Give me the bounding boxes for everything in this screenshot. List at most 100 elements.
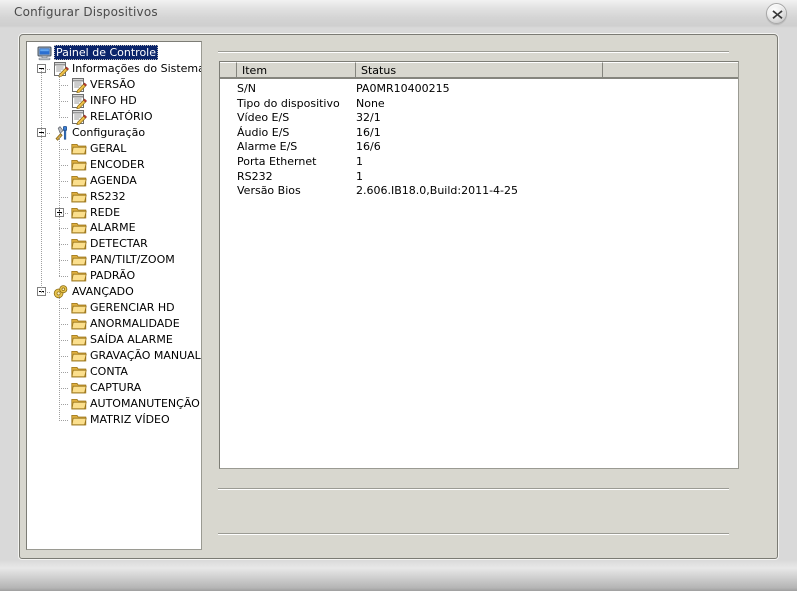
close-button[interactable] — [766, 3, 787, 24]
folder-icon — [71, 396, 87, 412]
tree-guide-line — [41, 292, 51, 294]
tree-guide-line — [59, 196, 69, 198]
tree-item-label: VERSÃO — [90, 77, 136, 91]
grid-cell-item: S/N — [237, 82, 256, 95]
tree-guide-line — [59, 387, 69, 389]
bottom-separator-1 — [218, 488, 729, 490]
grid-column-header-status[interactable]: Status — [356, 62, 603, 78]
grid-cell-status: 2.606.IB18.0,Build:2011-4-25 — [356, 184, 519, 198]
tree-guide-line — [59, 164, 69, 166]
grid-row[interactable]: Versão Bios 2.606.IB18.0,Build:2011-4-25 — [220, 184, 738, 198]
folder-icon — [71, 239, 87, 250]
tree-item-label: RS232 — [90, 189, 126, 203]
folder-icon — [71, 367, 87, 378]
folder-icon — [71, 303, 87, 314]
tree-guide-line — [59, 100, 69, 102]
folder-icon — [71, 412, 87, 428]
folder-icon — [71, 335, 87, 346]
tree-guide-line — [59, 212, 69, 214]
tree-item-label: DETECTAR — [90, 237, 148, 251]
folder-icon — [71, 319, 87, 330]
tree-guide-line — [59, 244, 69, 246]
grid-cell-item: Alarme E/S — [237, 140, 298, 154]
system-info-grid[interactable]: Item Status S/N PA0MR10400215 Tipo do dispo… — [219, 61, 739, 469]
tree-guide-line — [59, 136, 60, 277]
folder-icon — [71, 236, 87, 252]
folder-icon — [71, 300, 87, 316]
folder-icon — [71, 141, 87, 157]
tree-item-label: ANORMALIDADE — [90, 317, 180, 331]
content-area: Item Status S/N PA0MR10400215 Tipo do dispo… — [210, 41, 771, 550]
grid-column-header-item[interactable]: Item — [237, 62, 356, 78]
grid-column-header-3[interactable] — [603, 62, 738, 78]
folder-icon — [71, 380, 87, 396]
folder-icon — [71, 332, 87, 348]
tree-guide-line — [59, 308, 69, 310]
notepad-pencil-icon — [72, 109, 87, 125]
tree-item-label: PADRÃO — [90, 269, 136, 283]
grid-row[interactable]: Alarme E/S 16/6 — [220, 140, 738, 154]
notepad-pencil-icon — [71, 77, 87, 93]
grid-row[interactable]: S/N PA0MR10400215 — [220, 82, 738, 96]
tree-guide-line — [59, 296, 60, 420]
folder-icon — [71, 220, 87, 236]
grid-cell-status: 32/1 — [356, 111, 381, 125]
tree-item-label: MATRIZ VÍDEO — [90, 412, 170, 426]
tree-item-label: PAN/TILT/ZOOM — [90, 253, 175, 267]
tree-guide-line — [59, 260, 69, 262]
tree-guide-line — [59, 148, 69, 150]
grid-row[interactable]: RS232 1 — [220, 170, 738, 184]
folder-icon — [71, 398, 87, 410]
tree-guide-line — [59, 419, 69, 421]
gears-icon — [53, 285, 68, 299]
grid-cell-status: 16/6 — [356, 140, 381, 154]
navigation-tree-panel[interactable]: Painel de Controle Informações do Sistema… — [26, 41, 202, 550]
tree-guide-line — [59, 403, 69, 405]
notepad-pencil-icon — [71, 109, 87, 125]
notepad-pencil-icon — [72, 93, 87, 109]
tree-item-label: Configuração — [72, 125, 146, 139]
folder-icon — [71, 189, 87, 205]
grid-header-row: Item Status — [220, 62, 738, 79]
grid-row[interactable]: Porta Ethernet 1 — [220, 155, 738, 169]
tree-item-label: Informações do Sistema — [72, 61, 202, 75]
grid-cell-status: None — [356, 96, 385, 110]
folder-icon — [71, 175, 87, 186]
close-icon — [772, 10, 783, 19]
gears-icon — [53, 284, 69, 300]
folder-icon — [71, 351, 87, 362]
folder-icon — [71, 223, 87, 234]
folder-icon — [71, 414, 87, 426]
tree-item-label: ENCODER — [90, 157, 145, 171]
tree-guide-line — [59, 340, 69, 342]
tree-item-label: ALARME — [90, 221, 136, 235]
grid-cell-status: 1 — [356, 169, 363, 183]
tree-guide-line — [41, 132, 51, 134]
tree-guide-line — [59, 228, 69, 230]
bottom-separator-2 — [218, 533, 729, 535]
tree-item-label: AGENDA — [90, 173, 137, 187]
grid-row[interactable]: Tipo do dispositivo None — [220, 97, 738, 111]
window-titlebar: Configurar Dispositivos — [0, 0, 797, 27]
notepad-pencil-icon — [71, 93, 87, 109]
grid-cell-item: Áudio E/S — [237, 125, 290, 139]
folder-icon — [71, 252, 87, 268]
monitor-icon — [37, 46, 52, 61]
folder-icon — [71, 271, 87, 282]
folder-icon — [71, 173, 87, 189]
grid-row[interactable]: Vídeo E/S 32/1 — [220, 111, 738, 125]
grid-column-header-0[interactable] — [220, 62, 237, 78]
grid-cell-item: Porta Ethernet — [237, 155, 317, 168]
tree-item-label: INFO HD — [90, 93, 137, 107]
tree-guide-line — [59, 84, 69, 86]
tree-guide-line — [59, 324, 69, 326]
configure-devices-window: Configurar Dispositivos Painel de Contro… — [0, 0, 797, 591]
navigation-tree[interactable]: Painel de Controle Informações do Sistema… — [27, 42, 201, 426]
tree-item-label: GERAL — [90, 141, 127, 155]
window-client-area: Painel de Controle Informações do Sistema… — [19, 34, 778, 559]
folder-icon — [71, 159, 87, 171]
top-separator — [218, 51, 729, 53]
grid-row[interactable]: Áudio E/S 16/1 — [220, 126, 738, 140]
tree-item-label: RELATÓRIO — [90, 109, 153, 123]
grid-cell-status: 16/1 — [356, 125, 381, 139]
